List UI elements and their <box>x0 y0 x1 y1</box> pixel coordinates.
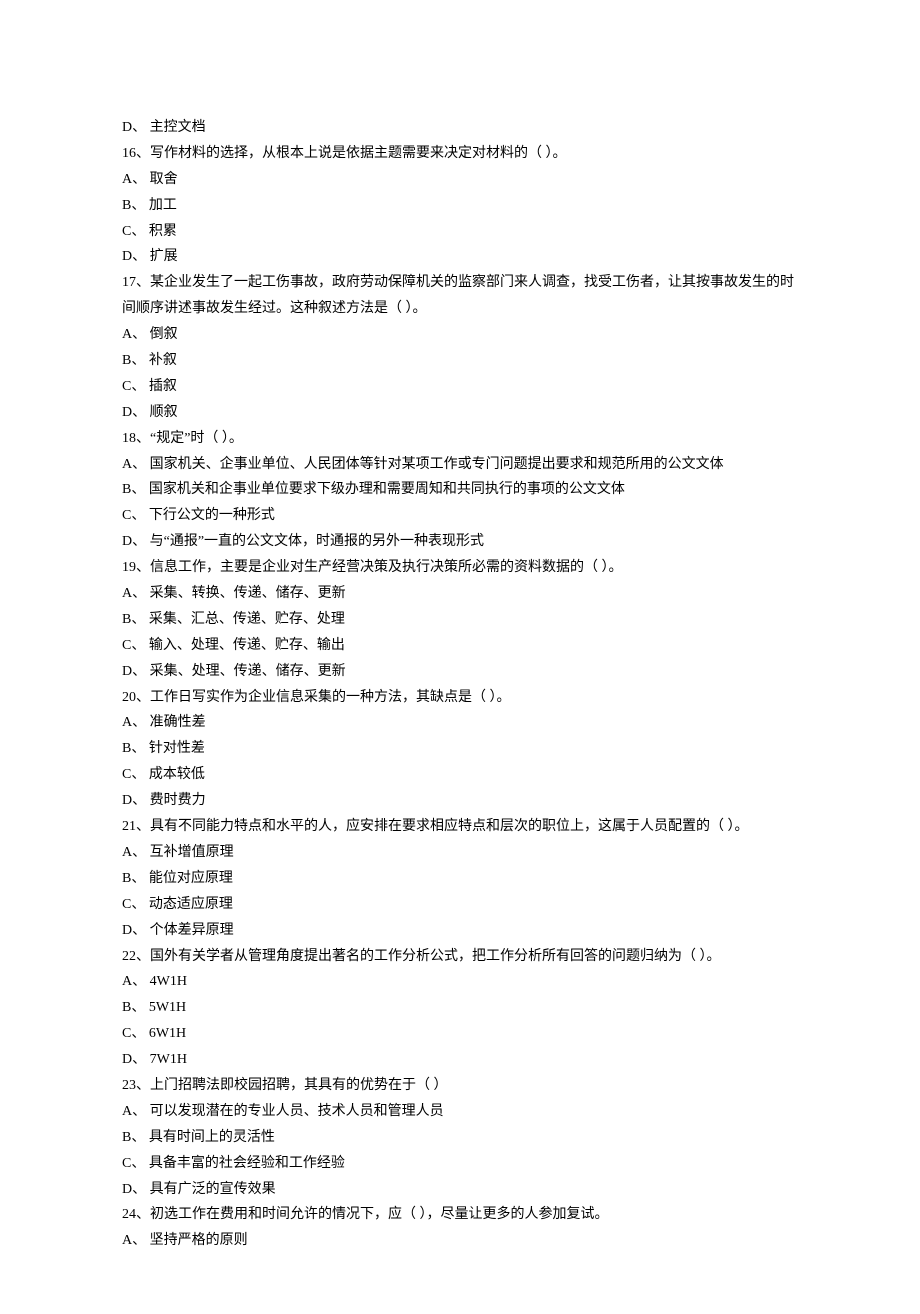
text-line: B、 能位对应原理 <box>122 866 798 892</box>
text-line: A、 国家机关、企事业单位、人民团体等针对某项工作或专门问题提出要求和规范所用的… <box>122 452 798 478</box>
text-line: 17、某企业发生了一起工伤事故，政府劳动保障机关的监察部门来人调查，找受工伤者，… <box>122 270 798 322</box>
text-line: B、 针对性差 <box>122 736 798 762</box>
text-line: B、 国家机关和企事业单位要求下级办理和需要周知和共同执行的事项的公文文体 <box>122 477 798 503</box>
text-line: C、 积累 <box>122 219 798 245</box>
text-line: A、 坚持严格的原则 <box>122 1228 798 1254</box>
text-line: A、 互补增值原理 <box>122 840 798 866</box>
text-line: C、 下行公文的一种形式 <box>122 503 798 529</box>
text-line: D、 具有广泛的宣传效果 <box>122 1177 798 1203</box>
text-line: B、 采集、汇总、传递、贮存、处理 <box>122 607 798 633</box>
text-line: 16、写作材料的选择，从根本上说是依据主题需要来决定对材料的（ ）。 <box>122 141 798 167</box>
text-line: C、 输入、处理、传递、贮存、输出 <box>122 633 798 659</box>
text-line: C、 6W1H <box>122 1021 798 1047</box>
text-line: 22、国外有关学者从管理角度提出著名的工作分析公式，把工作分析所有回答的问题归纳… <box>122 944 798 970</box>
text-line: 18、“规定”时（ ）。 <box>122 426 798 452</box>
text-line: A、 采集、转换、传递、储存、更新 <box>122 581 798 607</box>
text-line: 24、初选工作在费用和时间允许的情况下，应（ ），尽量让更多的人参加复试。 <box>122 1202 798 1228</box>
text-line: A、 4W1H <box>122 969 798 995</box>
text-line: D、 与“通报”一直的公文文体，时通报的另外一种表现形式 <box>122 529 798 555</box>
text-line: 20、工作日写实作为企业信息采集的一种方法，其缺点是（ ）。 <box>122 685 798 711</box>
text-line: 19、信息工作，主要是企业对生产经营决策及执行决策所必需的资料数据的（ ）。 <box>122 555 798 581</box>
text-line: A、 倒叙 <box>122 322 798 348</box>
text-line: D、 费时费力 <box>122 788 798 814</box>
text-line: D、 个体差异原理 <box>122 918 798 944</box>
text-line: C、 具备丰富的社会经验和工作经验 <box>122 1151 798 1177</box>
text-line: 23、上门招聘法即校园招聘，其具有的优势在于（ ） <box>122 1073 798 1099</box>
text-line: A、 可以发现潜在的专业人员、技术人员和管理人员 <box>122 1099 798 1125</box>
text-line: 21、具有不同能力特点和水平的人，应安排在要求相应特点和层次的职位上，这属于人员… <box>122 814 798 840</box>
text-line: D、 采集、处理、传递、储存、更新 <box>122 659 798 685</box>
text-line: B、 补叙 <box>122 348 798 374</box>
text-line: B、 具有时间上的灵活性 <box>122 1125 798 1151</box>
text-line: A、 取舍 <box>122 167 798 193</box>
text-line: B、 加工 <box>122 193 798 219</box>
text-line: D、 主控文档 <box>122 115 798 141</box>
text-line: C、 插叙 <box>122 374 798 400</box>
text-line: D、 顺叙 <box>122 400 798 426</box>
text-line: A、 准确性差 <box>122 710 798 736</box>
text-line: B、 5W1H <box>122 995 798 1021</box>
text-line: D、 7W1H <box>122 1047 798 1073</box>
text-line: C、 动态适应原理 <box>122 892 798 918</box>
text-line: C、 成本较低 <box>122 762 798 788</box>
text-line: D、 扩展 <box>122 244 798 270</box>
